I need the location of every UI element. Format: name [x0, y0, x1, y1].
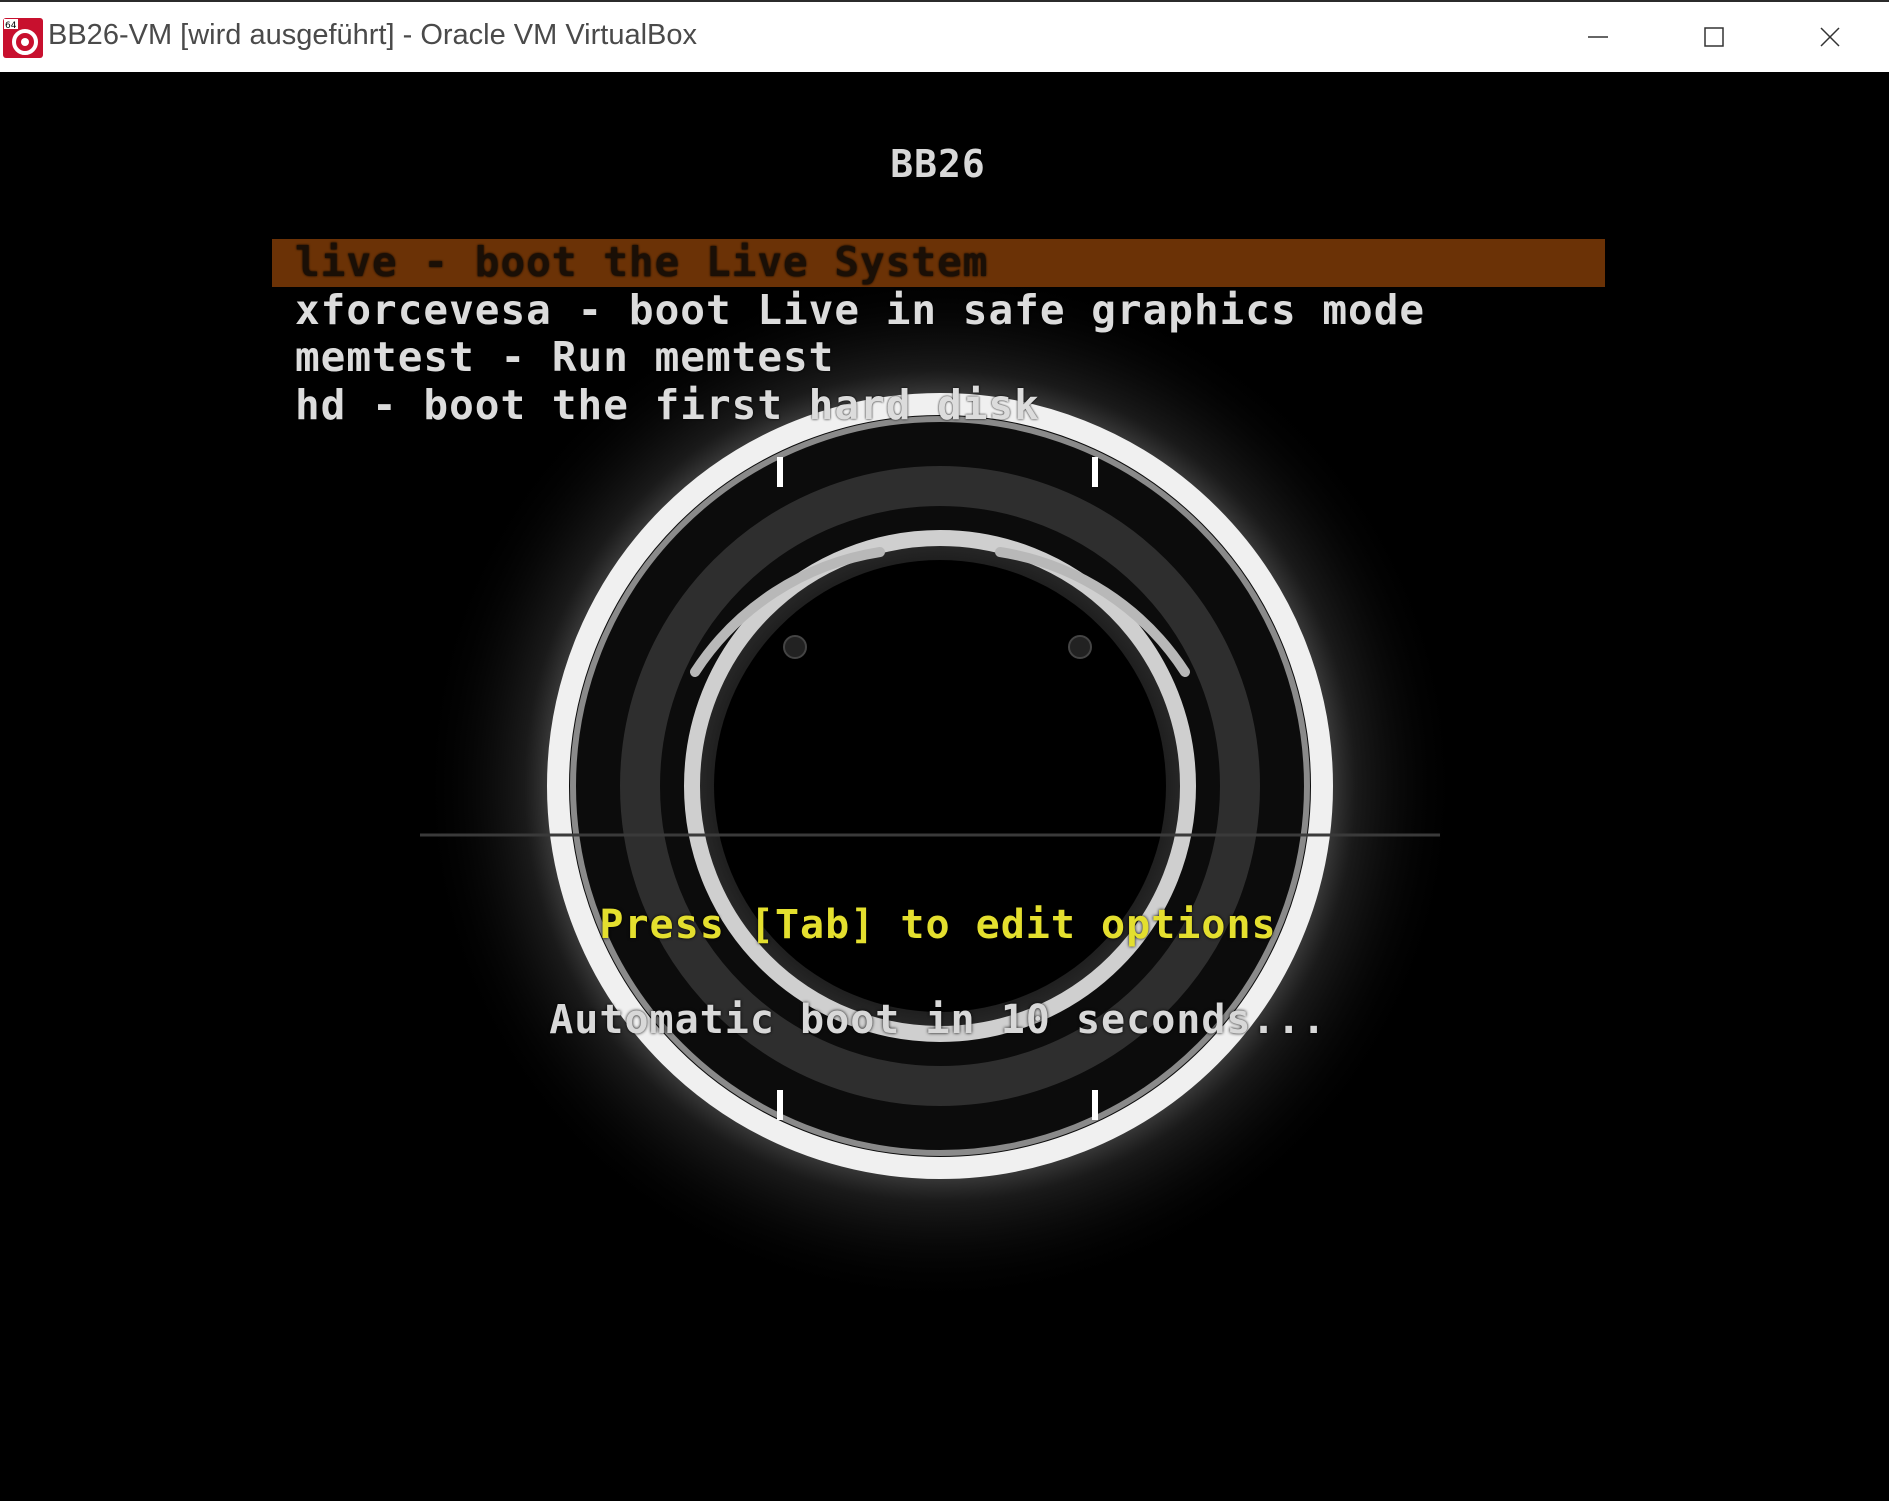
close-icon — [1820, 27, 1840, 47]
virtualbox-64-icon: 64 — [3, 18, 43, 58]
menu-item-memtest[interactable]: memtest - Run memtest — [295, 333, 834, 381]
minimize-button[interactable] — [1540, 2, 1656, 72]
auto-boot-countdown: Automatic boot in 10 seconds... — [549, 997, 1327, 1043]
close-button[interactable] — [1772, 2, 1888, 72]
menu-item-hd[interactable]: hd - boot the first hard disk — [295, 381, 1040, 429]
window-title: BB26-VM [wird ausgeführt] - Oracle VM Vi… — [48, 19, 697, 51]
boot-menu-title: BB26 — [890, 142, 986, 186]
minimize-icon — [1588, 36, 1608, 38]
svg-text:64: 64 — [5, 21, 17, 31]
maximize-button[interactable] — [1656, 2, 1772, 72]
title-bar: 64 BB26-VM [wird ausgeführt] - Oracle VM… — [0, 0, 1889, 72]
maximize-icon — [1704, 27, 1724, 47]
edit-options-hint: Press [Tab] to edit options — [599, 902, 1277, 948]
menu-item-live[interactable]: live - boot the Live System — [295, 238, 988, 286]
menu-item-xforcevesa[interactable]: xforcevesa - boot Live in safe graphics … — [295, 286, 1425, 334]
vm-display[interactable]: BB26 live - boot the Live System xforcev… — [0, 72, 1889, 1501]
virtualbox-window: 64 BB26-VM [wird ausgeführt] - Oracle VM… — [0, 0, 1889, 1501]
